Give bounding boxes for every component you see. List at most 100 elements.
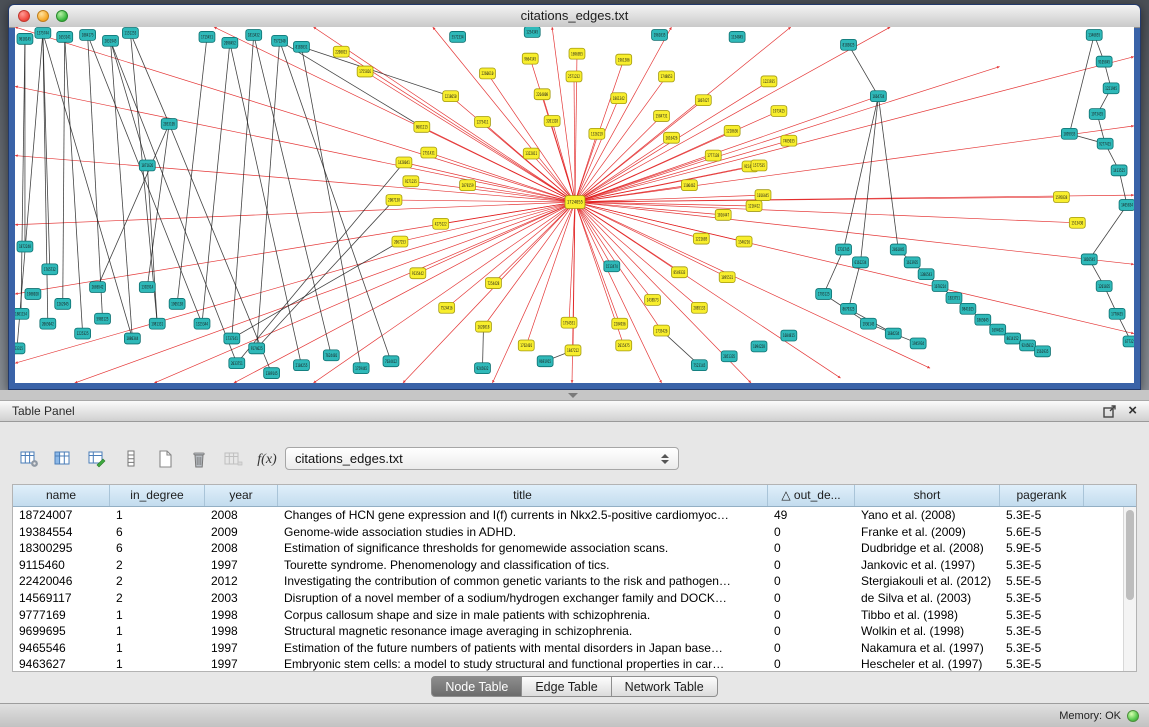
cell-title: Tourette syndrome. Phenomenology and cla… <box>278 557 768 574</box>
network-node-label: 9174625 <box>251 346 263 351</box>
cell-out_degree: 0 <box>768 640 855 657</box>
network-node-label: 9277415 <box>1099 141 1111 146</box>
network-node-label: 1900028 <box>27 292 39 297</box>
cell-year: 2008 <box>205 507 278 524</box>
cell-out_degree: 0 <box>768 623 855 640</box>
table-row[interactable]: 969969511998Structural magnetic resonanc… <box>13 623 1123 640</box>
cell-pagerank: 5.5E-5 <box>1000 573 1084 590</box>
network-canvas[interactable]: 1724055121641215462161895531208513317354… <box>15 27 1134 383</box>
table-row[interactable]: 946362711997Embryonic stem cells: a mode… <box>13 656 1123 672</box>
panel-divider-handle[interactable] <box>568 393 578 398</box>
cell-year: 1997 <box>205 656 278 672</box>
cell-year: 1998 <box>205 607 278 624</box>
delete-column-button[interactable] <box>184 447 214 473</box>
table-row[interactable]: 1830029562008Estimation of significance … <box>13 540 1123 557</box>
network-node-label: 1151253 <box>124 31 136 36</box>
column-header-year[interactable]: year <box>205 485 278 506</box>
cell-out_degree: 0 <box>768 557 855 574</box>
network-node-label: 6161234 <box>854 260 866 265</box>
close-panel-icon[interactable]: × <box>1128 404 1137 418</box>
cell-pagerank: 5.3E-5 <box>1000 623 1084 640</box>
network-window-titlebar[interactable]: citations_edges.txt <box>9 5 1140 28</box>
network-node-label: 1981331 <box>151 321 163 326</box>
combo-stepper-icon <box>656 454 678 464</box>
table-row[interactable]: 1938455462009Genome-wide association stu… <box>13 524 1123 541</box>
table-vertical-scrollbar[interactable] <box>1123 507 1136 671</box>
network-table-selector[interactable]: citations_edges.txt <box>285 447 679 470</box>
cell-title: Corpus callosum shape and size in male p… <box>278 607 768 624</box>
cell-year: 1997 <box>205 557 278 574</box>
column-header-in_degree[interactable]: in_degree <box>110 485 205 506</box>
network-node-label: 2031945 <box>105 39 117 44</box>
network-node-label: 2204936 <box>614 321 626 326</box>
network-node-label: 1201035 <box>1098 284 1110 289</box>
network-node-label: 8679325 <box>843 307 855 312</box>
table-row[interactable]: 911546021997Tourette syndrome. Phenomeno… <box>13 557 1123 574</box>
function-builder-button[interactable]: f(x) <box>252 447 282 473</box>
table-row[interactable]: 946554611997Estimation of the future num… <box>13 640 1123 657</box>
tab-network-table[interactable]: Network Table <box>612 676 718 697</box>
network-node-label: 8549333 <box>673 270 685 275</box>
cell-short: de Silva et al. (2003) <box>855 590 1000 607</box>
close-window-button[interactable] <box>18 10 30 22</box>
cell-title: Investigating the contribution of common… <box>278 573 768 590</box>
column-header-pagerank[interactable]: pagerank <box>1000 485 1084 506</box>
network-node-label: 1604815 <box>783 333 795 338</box>
table-row[interactable]: 977716911998Corpus callosum shape and si… <box>13 607 1123 624</box>
table-panel-body: f(x) citations_edges.txt namein_degreeye… <box>0 422 1149 703</box>
cell-year: 2008 <box>205 540 278 557</box>
cell-name: 9777169 <box>13 607 110 624</box>
cell-short: Stergiakouli et al. (2012) <box>855 573 1000 590</box>
cell-out_degree: 0 <box>768 540 855 557</box>
network-node-label: 1546216 <box>738 239 750 244</box>
network-node-label: 1961306 <box>618 57 630 62</box>
import-table-icon <box>224 450 243 471</box>
network-node-label: 1905138 <box>171 302 183 307</box>
cell-title: Structural magnetic resonance image aver… <box>278 623 768 640</box>
network-view-window: citations_edges.txt 17240551216412154621… <box>8 4 1141 390</box>
new-document-icon <box>157 450 173 471</box>
cell-in_degree: 1 <box>110 607 205 624</box>
panel-divider[interactable] <box>0 390 1149 400</box>
column-header-title[interactable]: title <box>278 485 768 506</box>
edit-column-button[interactable] <box>82 447 112 473</box>
cell-out_degree: 49 <box>768 507 855 524</box>
cell-short: Dudbridge et al. (2008) <box>855 540 1000 557</box>
column-header-short[interactable]: short <box>855 485 1000 506</box>
new-column-button[interactable] <box>150 447 180 473</box>
tab-edge-table[interactable]: Edge Table <box>522 676 611 697</box>
network-graph[interactable]: 1724055121641215462161895531208513317354… <box>15 27 1134 383</box>
zoom-window-button[interactable] <box>56 10 68 22</box>
column-header-out_degree[interactable]: △ out_de... <box>768 485 855 506</box>
scrollbar-thumb[interactable] <box>1126 510 1134 600</box>
column-header-name[interactable]: name <box>13 485 110 506</box>
status-bar: Memory: OK <box>0 703 1149 727</box>
cell-short: Franke et al. (2009) <box>855 524 1000 541</box>
network-node-label: 1737341 <box>226 336 238 341</box>
cell-pagerank: 5.3E-5 <box>1000 640 1084 657</box>
table-row[interactable]: 2242004622012Investigating the contribut… <box>13 573 1123 590</box>
memory-status-indicator[interactable] <box>1127 710 1139 722</box>
table-toolbar: f(x) <box>14 446 282 474</box>
network-node-label: 1438573 <box>647 298 659 303</box>
network-node-label: 2606542 <box>92 285 104 290</box>
network-node-label: 1067427 <box>697 98 709 103</box>
cell-name: 18300295 <box>13 540 110 557</box>
network-node-label: 2260610 <box>481 71 493 76</box>
table-options-button[interactable] <box>14 447 44 473</box>
table-row[interactable]: 1872400712008Changes of HCN gene express… <box>13 507 1123 524</box>
show-column-button[interactable] <box>48 447 78 473</box>
row-list-button[interactable] <box>116 447 146 473</box>
cell-year: 2012 <box>205 573 278 590</box>
network-node-label: 1584731 <box>656 114 668 119</box>
minimize-window-button[interactable] <box>37 10 49 22</box>
float-panel-icon[interactable] <box>1103 405 1116 418</box>
network-node-label: 1715451 <box>201 35 213 40</box>
table-row[interactable]: 1456911722003Disruption of a novel membe… <box>13 590 1123 607</box>
network-node-label: 1620818 <box>478 324 490 329</box>
cell-pagerank: 5.3E-5 <box>1000 557 1084 574</box>
network-node-label: 9841025 <box>962 307 974 312</box>
tab-node-table[interactable]: Node Table <box>431 676 522 697</box>
import-table-button[interactable] <box>218 447 248 473</box>
network-node-label: 1613935 <box>906 260 918 265</box>
